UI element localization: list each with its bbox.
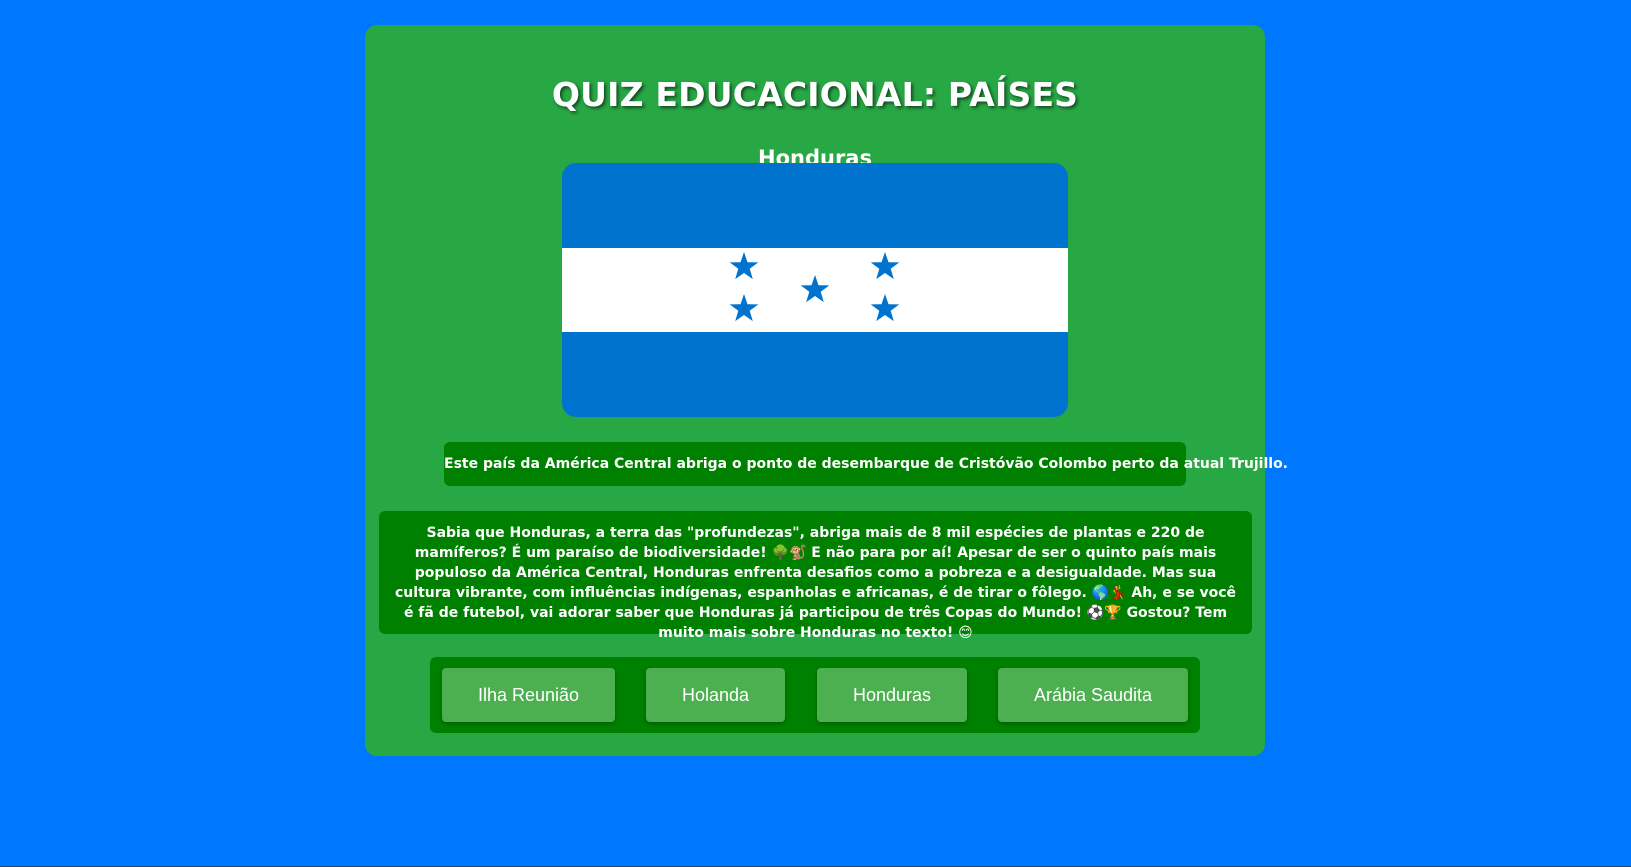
quiz-card: QUIZ EDUCACIONAL: PAÍSES Honduras Este p… (365, 25, 1288, 756)
option-button-arabia-saudita[interactable]: Arábia Saudita (998, 668, 1188, 722)
option-button-honduras[interactable]: Honduras (817, 668, 967, 722)
fun-fact-text: Sabia que Honduras, a terra das "profund… (379, 511, 1252, 641)
option-button-ilha-reuniao[interactable]: Ilha Reunião (442, 668, 615, 722)
option-button-holanda[interactable]: Holanda (646, 668, 785, 722)
answer-options: Ilha Reunião Holanda Honduras Arábia Sau… (430, 657, 1200, 733)
page-title: QUIZ EDUCACIONAL: PAÍSES (551, 75, 1079, 114)
honduras-flag-icon (562, 163, 1068, 417)
hint-text: Este país da América Central abriga o po… (444, 442, 1288, 486)
